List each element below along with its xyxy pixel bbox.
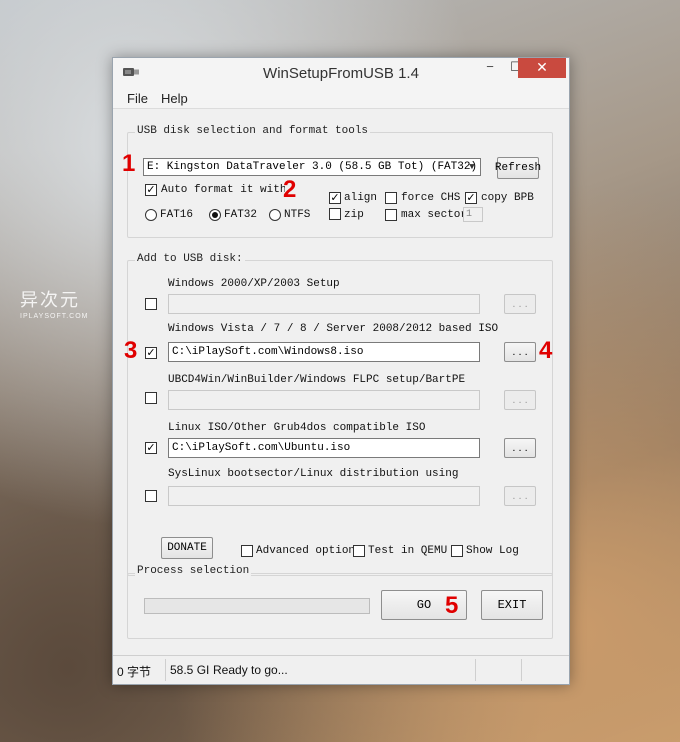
auto-format-checkbox[interactable]: ✓: [145, 184, 157, 196]
ubcd-path-input[interactable]: [168, 390, 480, 410]
vista-checkbox[interactable]: ✓: [145, 347, 157, 359]
align-label: align: [344, 192, 378, 204]
fat32-label: FAT32: [224, 209, 258, 221]
auto-format-label: Auto format it with F: [161, 184, 285, 196]
watermark-brand-cn: 异次元: [20, 290, 80, 311]
max-sector-checkbox[interactable]: [385, 209, 397, 221]
annotation-4: 4: [539, 337, 553, 364]
row-label-syslinux: SysLinux bootsector/Linux distribution u…: [168, 468, 459, 480]
usb-disk-select-value: E: Kingston DataTraveler 3.0 (58.5 GB To…: [147, 161, 481, 173]
annotation-5: 5: [445, 592, 459, 619]
fat16-label: FAT16: [160, 209, 194, 221]
zip-checkbox[interactable]: [329, 208, 341, 220]
row-label-linux: Linux ISO/Other Grub4dos compatible ISO: [168, 422, 426, 434]
fat32-radio[interactable]: [209, 209, 221, 221]
status-message: Ready to go...: [213, 663, 288, 677]
progress-bar: [144, 598, 370, 614]
usb-disk-select[interactable]: E: Kingston DataTraveler 3.0 (58.5 GB To…: [143, 158, 481, 176]
process-group-label: Process selection: [135, 565, 252, 577]
main-content: USB disk selection and format tools E: K…: [113, 108, 569, 655]
copy-bpb-label: copy BPB: [481, 192, 534, 204]
force-chs-label: force CHS: [401, 192, 461, 204]
advanced-options-checkbox[interactable]: [241, 545, 253, 557]
title-bar[interactable]: WinSetupFromUSB 1.4 − ☐ ✕: [113, 58, 569, 88]
linux-checkbox[interactable]: ✓: [145, 442, 157, 454]
status-bar: 0 字节 58.5 GI Ready to go...: [113, 655, 569, 684]
linux-path-input[interactable]: C:\iPlaySoft.com\Ubuntu.iso: [168, 438, 480, 458]
menu-file[interactable]: File: [127, 91, 148, 106]
show-log-checkbox[interactable]: [451, 545, 463, 557]
syslinux-path-input[interactable]: [168, 486, 480, 506]
annotation-3: 3: [124, 337, 138, 364]
syslinux-browse-button[interactable]: . . .: [504, 486, 536, 506]
donate-button[interactable]: DONATE: [161, 537, 213, 559]
vista-path-input[interactable]: C:\iPlaySoft.com\Windows8.iso: [168, 342, 480, 362]
test-qemu-checkbox[interactable]: [353, 545, 365, 557]
status-panel-5: [521, 659, 569, 681]
status-panel-4: [475, 659, 519, 681]
row-label-win2000: Windows 2000/XP/2003 Setup: [168, 278, 340, 290]
show-log-label: Show Log: [466, 545, 519, 557]
advanced-options-label: Advanced options: [256, 545, 362, 557]
menu-bar: File Help: [113, 88, 569, 108]
force-chs-checkbox[interactable]: [385, 192, 397, 204]
status-bytes: 0 字节: [117, 665, 152, 679]
row-label-ubcd: UBCD4Win/WinBuilder/Windows FLPC setup/B…: [168, 374, 466, 386]
watermark-brand-en: IPLAYSOFT.COM: [20, 313, 89, 320]
minimize-button[interactable]: −: [477, 58, 503, 78]
ntfs-radio[interactable]: [269, 209, 281, 221]
max-sector-input[interactable]: 1: [463, 207, 483, 222]
align-checkbox[interactable]: ✓: [329, 192, 341, 204]
copy-bpb-checkbox[interactable]: ✓: [465, 192, 477, 204]
ubcd-browse-button[interactable]: . . .: [504, 390, 536, 410]
add-to-usb-group-label: Add to USB disk:: [135, 253, 245, 265]
usb-disk-group-label: USB disk selection and format tools: [135, 125, 371, 137]
status-size: 58.5 GI: [165, 659, 211, 681]
app-window: WinSetupFromUSB 1.4 − ☐ ✕ File Help USB …: [112, 57, 570, 685]
vista-browse-button[interactable]: . . .: [504, 342, 536, 362]
chevron-down-icon[interactable]: ▼: [466, 161, 478, 173]
ubcd-checkbox[interactable]: [145, 392, 157, 404]
max-sector-label: max sector: [401, 209, 468, 221]
zip-label: zip: [344, 209, 364, 221]
menu-help[interactable]: Help: [161, 91, 188, 106]
linux-browse-button[interactable]: . . .: [504, 438, 536, 458]
win2000-browse-button[interactable]: . . .: [504, 294, 536, 314]
exit-button[interactable]: EXIT: [481, 590, 543, 620]
annotation-2: 2: [283, 176, 297, 203]
fat16-radio[interactable]: [145, 209, 157, 221]
close-button[interactable]: ✕: [518, 58, 566, 78]
test-qemu-label: Test in QEMU: [368, 545, 448, 557]
win2000-path-input[interactable]: [168, 294, 480, 314]
watermark-logo: 异次元 IPLAYSOFT.COM: [20, 286, 89, 320]
refresh-button[interactable]: Refresh: [495, 157, 541, 179]
row-label-vista: Windows Vista / 7 / 8 / Server 2008/2012…: [168, 323, 499, 335]
syslinux-checkbox[interactable]: [145, 490, 157, 502]
ntfs-label: NTFS: [284, 209, 311, 221]
win2000-checkbox[interactable]: [145, 298, 157, 310]
annotation-1: 1: [122, 150, 136, 177]
